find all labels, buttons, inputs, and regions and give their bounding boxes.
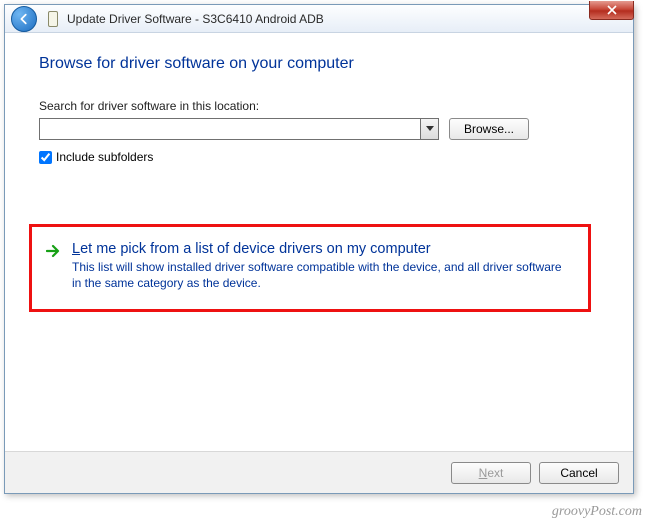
close-icon: [607, 5, 617, 15]
back-button[interactable]: [11, 6, 37, 32]
path-input[interactable]: [40, 119, 438, 139]
cancel-button[interactable]: Cancel: [539, 462, 619, 484]
window-title: Update Driver Software - S3C6410 Android…: [67, 12, 324, 26]
include-subfolders-row[interactable]: Include subfolders: [39, 150, 603, 164]
option-title: Let me pick from a list of device driver…: [72, 241, 574, 257]
page-heading: Browse for driver software on your compu…: [39, 55, 603, 73]
path-row: Browse...: [39, 118, 603, 140]
close-button[interactable]: [589, 1, 634, 20]
titlebar: Update Driver Software - S3C6410 Android…: [5, 5, 633, 33]
highlight-box: Let me pick from a list of device driver…: [29, 224, 591, 312]
path-combobox[interactable]: [39, 118, 439, 140]
watermark: groovyPost.com: [552, 504, 642, 520]
arrow-right-icon: [46, 244, 62, 291]
footer: Next Cancel: [5, 451, 633, 493]
include-subfolders-label: Include subfolders: [56, 150, 153, 164]
path-dropdown-toggle[interactable]: [420, 119, 438, 139]
device-icon: [45, 9, 61, 29]
option-text: Let me pick from a list of device driver…: [72, 241, 574, 291]
include-subfolders-checkbox[interactable]: [39, 151, 52, 164]
browse-button[interactable]: Browse...: [449, 118, 529, 140]
dialog-window: Update Driver Software - S3C6410 Android…: [4, 4, 634, 494]
pick-from-list-option[interactable]: Let me pick from a list of device driver…: [46, 241, 574, 291]
option-description: This list will show installed driver sof…: [72, 259, 574, 291]
arrow-left-icon: [17, 12, 31, 26]
search-location-label: Search for driver software in this locat…: [39, 99, 603, 113]
next-button[interactable]: Next: [451, 462, 531, 484]
content-area: Browse for driver software on your compu…: [5, 33, 633, 451]
chevron-down-icon: [426, 126, 434, 132]
